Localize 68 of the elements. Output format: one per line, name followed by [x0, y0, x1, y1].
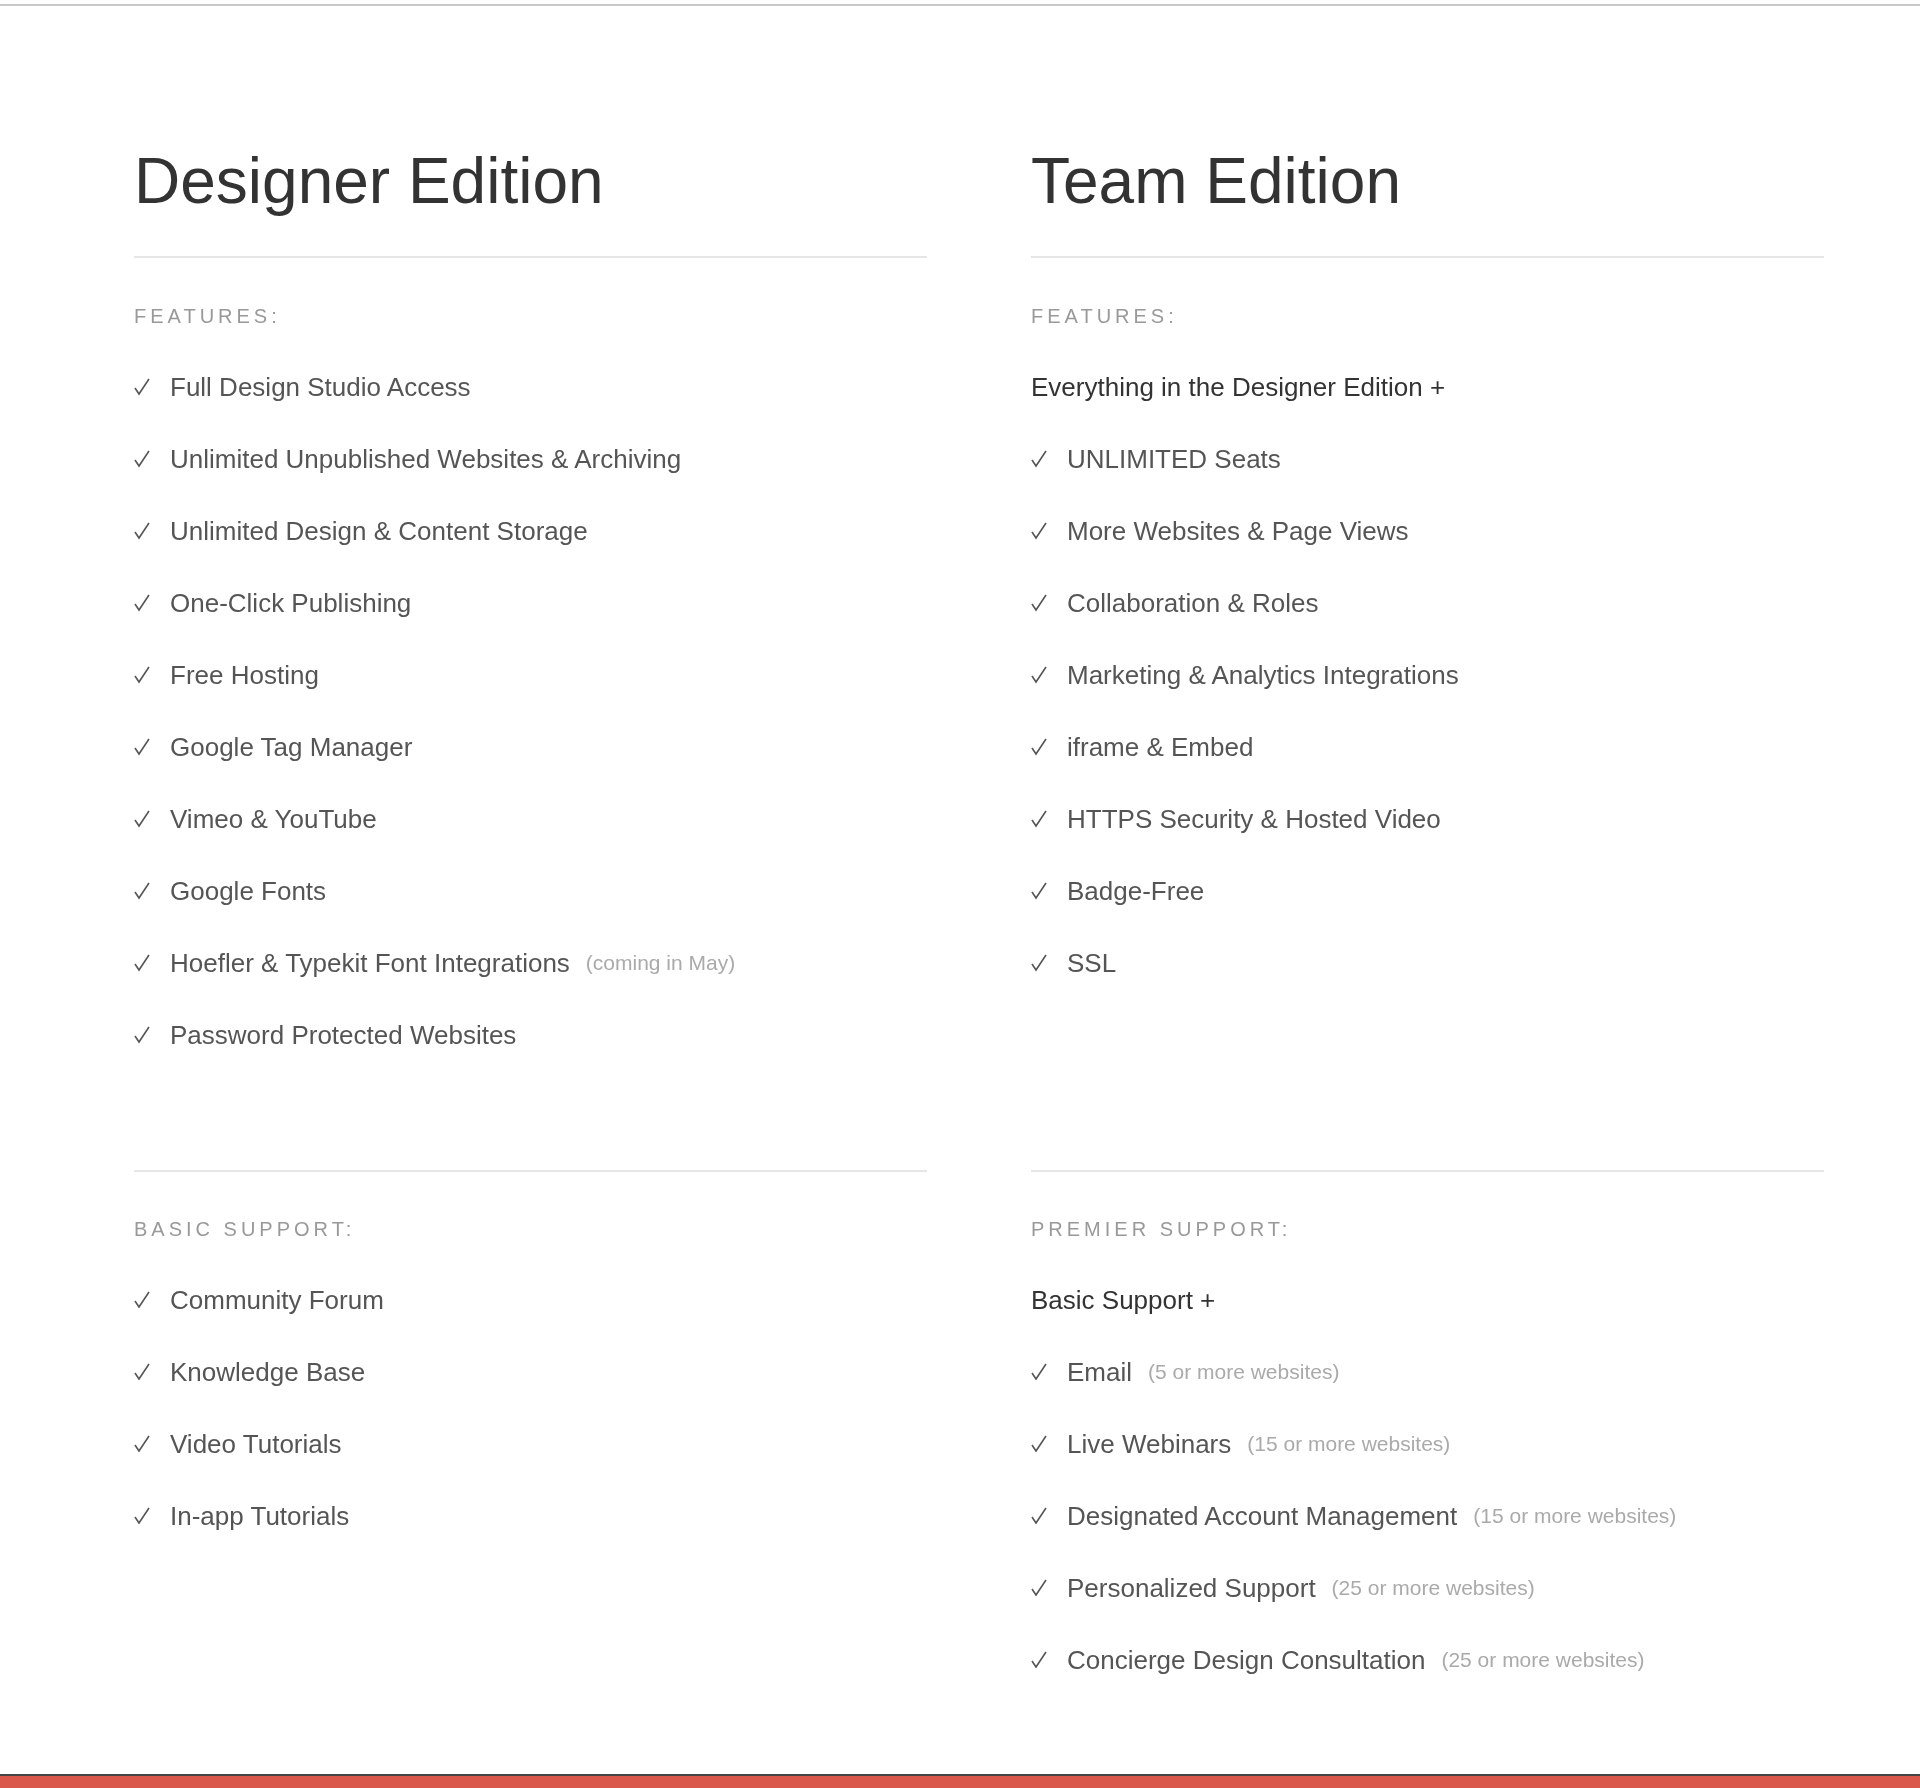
feature-text: iframe & Embed [1067, 731, 1254, 763]
feature-text: One-Click Publishing [170, 587, 412, 619]
note-text: (15 or more websites) [1247, 1432, 1451, 1456]
feature-text: Badge-Free [1067, 875, 1205, 907]
check-icon [134, 882, 150, 900]
feature-text: More Websites & Page Views [1067, 515, 1409, 547]
feature-text: Hoefler & Typekit Font Integrations [170, 947, 570, 979]
feature-text: In-app Tutorials [170, 1500, 350, 1532]
feature-text: Community Forum [170, 1284, 384, 1316]
note-text: (25 or more websites) [1441, 1648, 1645, 1672]
section-heading: FEATURES: [134, 304, 282, 328]
intro-text: Everything in the Designer Edition + [1031, 371, 1446, 403]
feature-text: Unlimited Design & Content Storage [170, 515, 588, 547]
check-icon [1031, 1579, 1047, 1597]
note-text: (15 or more websites) [1473, 1504, 1677, 1528]
check-icon [1031, 882, 1047, 900]
check-icon [1031, 666, 1047, 684]
note-text: (25 or more websites) [1331, 1576, 1535, 1600]
check-icon [1031, 1507, 1047, 1525]
check-icon [1031, 594, 1047, 612]
feature-text: Password Protected Websites [170, 1019, 517, 1051]
feature-text: Marketing & Analytics Integrations [1067, 659, 1459, 691]
check-icon [134, 1026, 150, 1044]
feature-text: UNLIMITED Seats [1067, 443, 1281, 475]
feature-text: Live Webinars [1067, 1428, 1232, 1460]
check-icon [1031, 1651, 1047, 1669]
check-icon [134, 1291, 150, 1309]
check-icon [1031, 1435, 1047, 1453]
check-icon [1031, 954, 1047, 972]
check-icon [1031, 450, 1047, 468]
feature-text: Unlimited Unpublished Websites & Archiving [170, 443, 682, 475]
feature-text: Google Tag Manager [170, 731, 413, 763]
feature-text: Video Tutorials [170, 1428, 342, 1460]
check-icon [134, 666, 150, 684]
feature-text: Designated Account Management [1067, 1500, 1458, 1532]
section-heading: PREMIER SUPPORT: [1031, 1217, 1293, 1241]
check-icon [134, 1435, 150, 1453]
feature-text: Collaboration & Roles [1067, 587, 1319, 619]
feature-text: Vimeo & YouTube [170, 803, 377, 835]
check-icon [134, 522, 150, 540]
feature-text: Personalized Support [1067, 1572, 1316, 1604]
check-icon [134, 810, 150, 828]
check-icon [134, 1363, 150, 1381]
feature-text: Free Hosting [170, 659, 319, 691]
check-icon [134, 594, 150, 612]
feature-text: HTTPS Security & Hosted Video [1067, 803, 1441, 835]
intro-text: Basic Support + [1031, 1284, 1216, 1316]
feature-text: SSL [1067, 947, 1117, 979]
check-icon [1031, 1363, 1047, 1381]
note-text: (5 or more websites) [1148, 1360, 1340, 1384]
check-icon [1031, 810, 1047, 828]
note-text: (coming in May) [585, 951, 736, 975]
feature-text: Knowledge Base [170, 1356, 366, 1388]
section-heading: FEATURES: [1031, 304, 1179, 328]
feature-text: Google Fonts [170, 875, 327, 907]
check-icon [134, 954, 150, 972]
check-icon [1031, 522, 1047, 540]
feature-text: Concierge Design Consultation [1067, 1644, 1426, 1676]
check-icon [134, 1507, 150, 1525]
check-icon [1031, 738, 1047, 756]
edition-title: Designer Edition [134, 144, 605, 219]
check-icon [134, 378, 150, 396]
check-icon [134, 738, 150, 756]
feature-text: Full Design Studio Access [170, 371, 471, 403]
edition-title: Team Edition [1031, 144, 1402, 219]
check-icon [134, 450, 150, 468]
feature-text: Email [1067, 1356, 1132, 1388]
section-heading: BASIC SUPPORT: [134, 1217, 357, 1241]
